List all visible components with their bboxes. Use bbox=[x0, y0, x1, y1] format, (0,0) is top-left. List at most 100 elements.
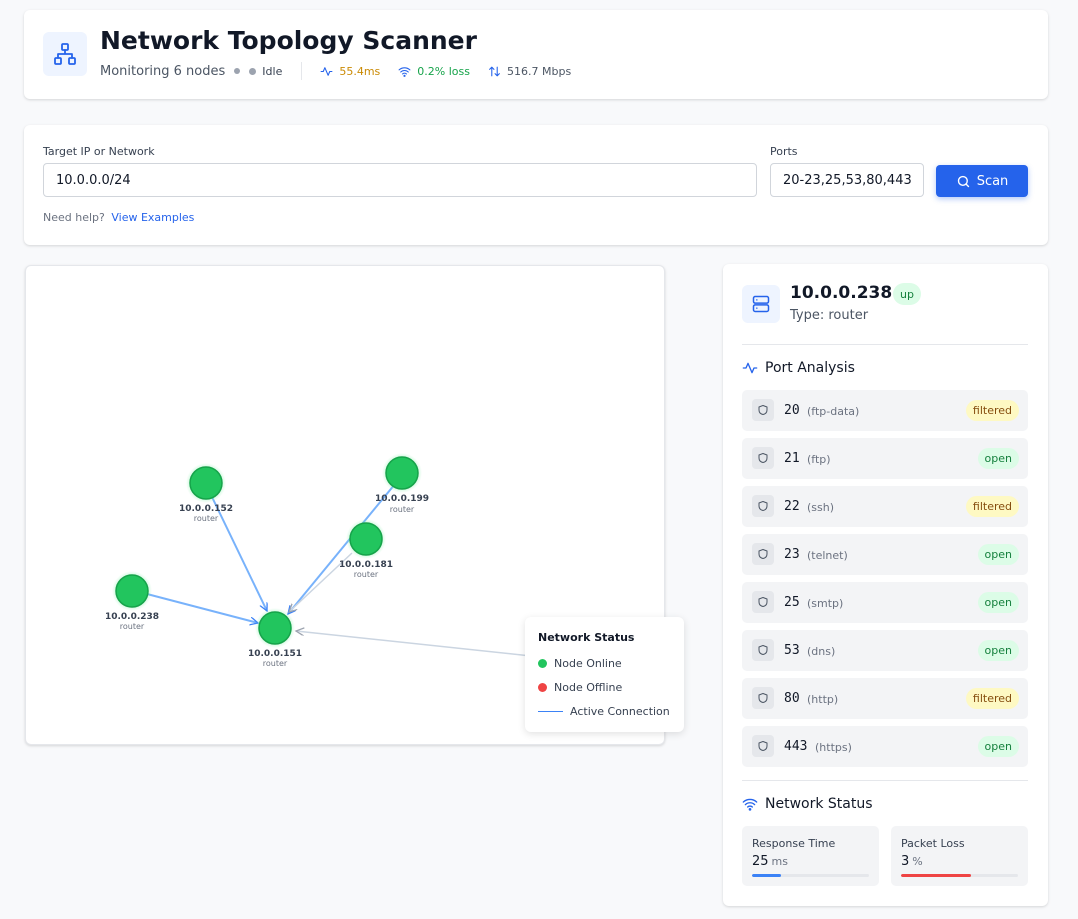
help-row: Need help? View Examples bbox=[43, 211, 194, 224]
port-status-badge: filtered bbox=[965, 496, 1019, 517]
throughput-value: 516.7 Mbps bbox=[507, 64, 572, 78]
ports-label: Ports bbox=[770, 145, 798, 158]
network-status-title: Network Status bbox=[765, 796, 873, 812]
header-card: Network Topology Scanner Monitoring 6 no… bbox=[24, 10, 1048, 99]
transfer-arrows-icon bbox=[489, 66, 500, 76]
ports-input[interactable] bbox=[770, 163, 924, 197]
port-analysis-header: Port Analysis bbox=[742, 360, 855, 376]
status-row: Monitoring 6 nodes Idle 55.4ms 0.2% loss… bbox=[100, 62, 589, 80]
response-time-unit: ms bbox=[771, 855, 788, 868]
port-service: (telnet) bbox=[807, 549, 848, 562]
port-number: 22 bbox=[784, 499, 800, 514]
monitoring-count: Monitoring 6 nodes bbox=[100, 63, 226, 79]
response-time-bar-fill bbox=[752, 874, 782, 877]
shield-icon bbox=[752, 639, 774, 661]
legend-offline-label: Node Offline bbox=[554, 681, 623, 694]
scan-button-label: Scan bbox=[976, 173, 1009, 189]
packet-loss-label: Packet Loss bbox=[901, 837, 965, 850]
target-label: Target IP or Network bbox=[43, 145, 155, 158]
network-hierarchy-icon bbox=[43, 32, 87, 76]
port-number: 21 bbox=[784, 451, 800, 466]
packet-loss-unit: % bbox=[912, 855, 923, 868]
port-row[interactable]: 22 (ssh) filtered bbox=[742, 486, 1028, 527]
shield-icon bbox=[752, 687, 774, 709]
port-row[interactable]: 53 (dns) open bbox=[742, 630, 1028, 671]
scan-button[interactable]: Scan bbox=[936, 165, 1028, 197]
port-row[interactable]: 21 (ftp) open bbox=[742, 438, 1028, 479]
port-status-badge: open bbox=[977, 640, 1019, 661]
node-ip-label: 10.0.0.152 bbox=[179, 504, 233, 514]
shield-icon bbox=[752, 735, 774, 757]
port-number: 443 bbox=[784, 739, 808, 754]
legend-online-label: Node Online bbox=[554, 657, 622, 670]
node-type-label: router bbox=[120, 622, 145, 631]
legend-offline: Node Offline bbox=[538, 681, 622, 694]
connection-edge bbox=[211, 496, 268, 611]
node-ip-label: 10.0.0.181 bbox=[339, 560, 393, 570]
node-type-label: router bbox=[390, 505, 415, 514]
packet-loss-value: 3 bbox=[901, 854, 910, 869]
loss-metric: 0.2% loss bbox=[398, 65, 470, 78]
node-type-label: router bbox=[354, 570, 379, 579]
node-ip-label: 10.0.0.199 bbox=[375, 494, 429, 504]
port-status-badge: open bbox=[977, 448, 1019, 469]
port-number: 23 bbox=[784, 547, 800, 562]
scan-form-card: Target IP or Network Ports Scan Need hel… bbox=[24, 125, 1048, 245]
loss-value: 0.2% loss bbox=[417, 64, 470, 78]
scan-state: Idle bbox=[262, 64, 283, 78]
server-icon bbox=[742, 285, 780, 323]
separator-dot bbox=[234, 68, 241, 74]
node-type-label: router bbox=[194, 514, 219, 523]
port-number: 53 bbox=[784, 643, 800, 658]
port-row[interactable]: 20 (ftp-data) filtered bbox=[742, 390, 1028, 431]
port-service: (ftp-data) bbox=[807, 405, 860, 418]
packet-loss-bar bbox=[901, 874, 1018, 877]
port-service: (smtp) bbox=[807, 597, 844, 610]
shield-icon bbox=[752, 399, 774, 421]
view-examples-link[interactable]: View Examples bbox=[111, 211, 194, 224]
node-ip: 10.0.0.238 bbox=[790, 283, 893, 303]
port-number: 20 bbox=[784, 403, 800, 418]
port-number: 25 bbox=[784, 595, 800, 610]
packet-loss-stat: Packet Loss 3% bbox=[891, 826, 1028, 886]
port-row[interactable]: 25 (smtp) open bbox=[742, 582, 1028, 623]
port-row[interactable]: 443 (https) open bbox=[742, 726, 1028, 767]
search-icon bbox=[957, 175, 969, 187]
target-input[interactable] bbox=[43, 163, 757, 197]
node-ip-label: 10.0.0.151 bbox=[248, 649, 302, 659]
legend-online: Node Online bbox=[538, 657, 622, 670]
offline-dot bbox=[538, 683, 547, 692]
network-node[interactable]: 10.0.0.238 router bbox=[105, 571, 159, 631]
throughput-metric: 516.7 Mbps bbox=[488, 65, 571, 78]
network-node[interactable]: 10.0.0.151 router bbox=[248, 608, 302, 668]
shield-icon bbox=[752, 543, 774, 565]
port-number: 80 bbox=[784, 691, 800, 706]
response-time-value: 25 bbox=[752, 854, 769, 869]
legend-connection-label: Active Connection bbox=[570, 705, 670, 718]
connection-edge bbox=[146, 593, 258, 623]
divider bbox=[301, 62, 303, 80]
latency-metric: 55.4ms bbox=[320, 65, 380, 78]
network-node[interactable]: 10.0.0.199 router bbox=[375, 453, 429, 514]
port-service: (ssh) bbox=[807, 501, 835, 514]
wifi-icon bbox=[742, 798, 758, 811]
idle-status-dot bbox=[249, 67, 257, 75]
network-node[interactable]: 10.0.0.181 router bbox=[339, 519, 393, 579]
legend-title: Network Status bbox=[538, 631, 635, 644]
port-service: (https) bbox=[815, 741, 852, 754]
port-row[interactable]: 23 (telnet) open bbox=[742, 534, 1028, 575]
help-text: Need help? bbox=[43, 211, 105, 224]
response-time-stat: Response Time 25 ms bbox=[742, 826, 879, 886]
port-status-badge: open bbox=[977, 592, 1019, 613]
activity-icon bbox=[320, 66, 333, 76]
port-row[interactable]: 80 (http) filtered bbox=[742, 678, 1028, 719]
divider bbox=[742, 780, 1028, 781]
connection-line bbox=[538, 711, 563, 712]
network-node[interactable]: 10.0.0.152 router bbox=[179, 463, 233, 523]
network-status-legend: Network Status Node Online Node Offline … bbox=[525, 617, 684, 732]
response-time-value-row: 25 ms bbox=[752, 854, 788, 869]
port-analysis-title: Port Analysis bbox=[765, 360, 855, 376]
node-state-badge: up bbox=[893, 283, 921, 305]
port-status-badge: open bbox=[977, 736, 1019, 757]
packet-loss-bar-fill bbox=[901, 874, 972, 877]
